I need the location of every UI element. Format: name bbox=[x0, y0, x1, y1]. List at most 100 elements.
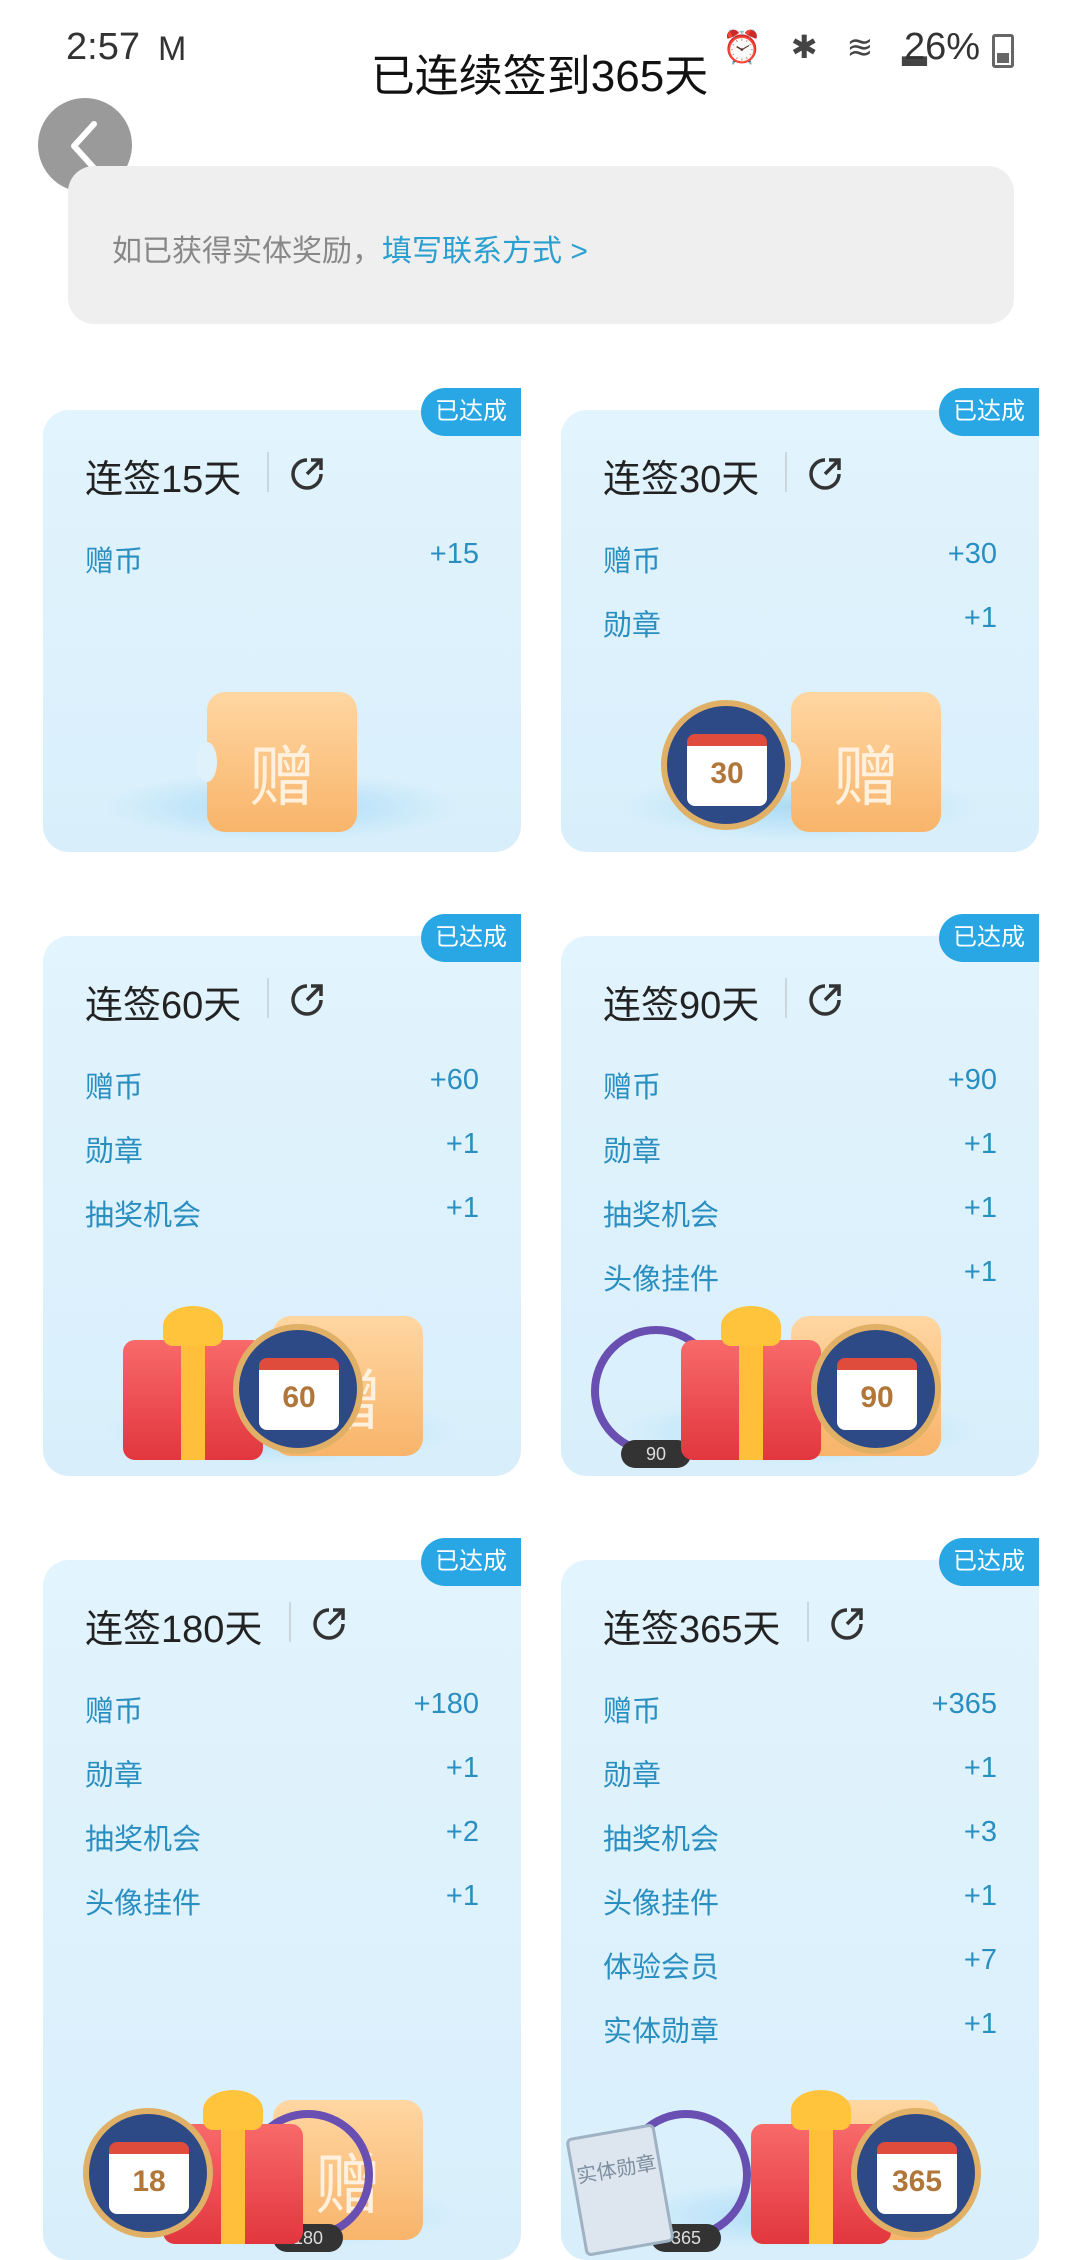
reward-name: 赠币 bbox=[85, 546, 144, 578]
reward-illustration: 赠 180 18 bbox=[43, 2080, 521, 2260]
reward-name: 赠币 bbox=[603, 1696, 662, 1728]
reward-card: 连签90天赠币+90勋章+1抽奖机会+1头像挂件+1赠9090 bbox=[561, 936, 1039, 1476]
title-divider bbox=[807, 1602, 809, 1642]
reward-name: 勋章 bbox=[85, 1136, 144, 1168]
reward-card: 连签180天 赠币 +180 勋章 +1 抽奖机会 +2 头像挂件 +1 赠 180 18 bbox=[43, 1560, 521, 2260]
reward-amount: +1 bbox=[963, 1192, 997, 1224]
reward-amount: +1 bbox=[445, 1752, 479, 1784]
medal-icon: 30 bbox=[661, 700, 791, 830]
medal-icon: 365 bbox=[851, 2108, 981, 2238]
reward-row: 头像挂件 +1 bbox=[85, 1880, 479, 1944]
reward-card: 连签60天赠币 +60 勋章 +1 抽奖机会 +1 赠60 bbox=[43, 936, 521, 1476]
share-icon[interactable] bbox=[309, 1604, 349, 1644]
page-title: 已连续签到365天 bbox=[370, 52, 709, 101]
ticket-glyph: 赠 bbox=[249, 739, 315, 816]
reward-amount: +7 bbox=[963, 1944, 997, 1976]
reward-name: 实体勋章 bbox=[603, 2016, 720, 2048]
reward-row: 抽奖机会 +1 bbox=[603, 1192, 997, 1256]
medal-number: 18 bbox=[132, 2165, 166, 2198]
achieved-badge: 已达成 bbox=[939, 388, 1039, 436]
share-icon[interactable] bbox=[805, 980, 845, 1020]
medal-icon: 60 bbox=[233, 1324, 363, 1454]
reward-row: 勋章 +1 bbox=[603, 1128, 997, 1192]
reward-row: 抽奖机会 +2 bbox=[85, 1816, 479, 1880]
reward-row: 勋章 +1 bbox=[603, 1752, 997, 1816]
reward-amount: +1 bbox=[963, 1128, 997, 1160]
share-icon[interactable] bbox=[287, 454, 327, 494]
reward-illustration: 赠 bbox=[43, 672, 521, 852]
reward-name: 赠币 bbox=[85, 1072, 144, 1104]
title-divider bbox=[785, 452, 787, 492]
share-icon[interactable] bbox=[287, 980, 327, 1020]
reward-illustration: 赠 30 bbox=[561, 672, 1039, 852]
reward-amount: +1 bbox=[963, 2008, 997, 2040]
reward-row: 赠币 +365 bbox=[603, 1688, 997, 1752]
medal-icon: 18 bbox=[83, 2108, 213, 2238]
reward-row: 赠币 +60 bbox=[85, 1064, 479, 1128]
calendar-icon: 60 bbox=[259, 1358, 339, 1430]
notice-text: 如已获得实体奖励，填写联系方式 > bbox=[112, 226, 588, 270]
reward-amount: +1 bbox=[963, 1880, 997, 1912]
reward-amount: +30 bbox=[947, 538, 997, 570]
reward-amount: +180 bbox=[413, 1688, 479, 1720]
calendar-icon: 18 bbox=[109, 2142, 189, 2214]
reward-illustration: 赠365实体勋章365 bbox=[561, 2080, 1039, 2260]
title-divider bbox=[267, 978, 269, 1018]
medal-icon: 90 bbox=[811, 1324, 941, 1454]
reward-name: 头像挂件 bbox=[603, 1888, 720, 1920]
reward-list: 赠币 +365 勋章 +1 抽奖机会 +3 头像挂件 +1 体验会员 +7 实体勋章 +1 bbox=[603, 1688, 997, 2072]
gift-coin-ticket-icon: 赠 bbox=[781, 692, 941, 832]
medal-number: 90 bbox=[860, 1381, 894, 1414]
achieved-badge: 已达成 bbox=[421, 1538, 521, 1586]
notice-banner: 如已获得实体奖励，填写联系方式 > bbox=[68, 166, 1014, 324]
reward-row: 赠币 +90 bbox=[603, 1064, 997, 1128]
reward-row: 头像挂件 +1 bbox=[603, 1880, 997, 1944]
title-divider bbox=[289, 1602, 291, 1642]
gift-box-icon bbox=[681, 1306, 821, 1460]
reward-amount: +60 bbox=[429, 1064, 479, 1096]
reward-name: 抽奖机会 bbox=[603, 1200, 720, 1232]
reward-row: 赠币 +180 bbox=[85, 1688, 479, 1752]
reward-name: 抽奖机会 bbox=[85, 1824, 202, 1856]
reward-amount: +1 bbox=[963, 602, 997, 634]
reward-name: 体验会员 bbox=[603, 1952, 720, 1984]
card-title: 连签30天 bbox=[603, 459, 760, 501]
share-icon[interactable] bbox=[827, 1604, 867, 1644]
reward-name: 勋章 bbox=[603, 610, 662, 642]
reward-name: 抽奖机会 bbox=[603, 1824, 720, 1856]
reward-name: 赠币 bbox=[85, 1696, 144, 1728]
reward-amount: +2 bbox=[445, 1816, 479, 1848]
reward-amount: +1 bbox=[445, 1192, 479, 1224]
reward-amount: +1 bbox=[445, 1880, 479, 1912]
reward-row: 勋章 +1 bbox=[85, 1752, 479, 1816]
reward-row: 实体勋章 +1 bbox=[603, 2008, 997, 2072]
share-icon[interactable] bbox=[805, 454, 845, 494]
reward-amount: +15 bbox=[429, 538, 479, 570]
reward-name: 头像挂件 bbox=[85, 1888, 202, 1920]
reward-amount: +3 bbox=[963, 1816, 997, 1848]
reward-name: 赠币 bbox=[603, 546, 662, 578]
reward-row: 勋章 +1 bbox=[85, 1128, 479, 1192]
reward-amount: +90 bbox=[947, 1064, 997, 1096]
achieved-badge: 已达成 bbox=[939, 1538, 1039, 1586]
medal-number: 365 bbox=[891, 2165, 943, 2198]
card-title: 连签60天 bbox=[85, 985, 242, 1027]
reward-name: 赠币 bbox=[603, 1072, 662, 1104]
card-title: 连签15天 bbox=[85, 459, 242, 501]
reward-amount: +1 bbox=[445, 1128, 479, 1160]
fill-contact-link[interactable]: 填写联系方式 > bbox=[382, 235, 588, 268]
reward-list: 赠币 +90 勋章 +1 抽奖机会 +1 头像挂件 +1 bbox=[603, 1064, 997, 1320]
reward-name: 勋章 bbox=[85, 1760, 144, 1792]
gift-coin-ticket-icon: 赠 bbox=[197, 692, 357, 832]
title-divider bbox=[267, 452, 269, 492]
achieved-badge: 已达成 bbox=[421, 914, 521, 962]
reward-amount: +1 bbox=[963, 1752, 997, 1784]
reward-card: 连签30天赠币 +30 勋章 +1 赠 30 bbox=[561, 410, 1039, 852]
card-title: 连签365天 bbox=[603, 1609, 781, 1651]
reward-row: 抽奖机会 +1 bbox=[85, 1192, 479, 1256]
reward-name: 勋章 bbox=[603, 1136, 662, 1168]
ticket-glyph: 赠 bbox=[833, 739, 899, 816]
chevron-left-icon bbox=[71, 121, 97, 171]
reward-card: 连签15天赠币 +15 赠 bbox=[43, 410, 521, 852]
calendar-icon: 90 bbox=[837, 1358, 917, 1430]
